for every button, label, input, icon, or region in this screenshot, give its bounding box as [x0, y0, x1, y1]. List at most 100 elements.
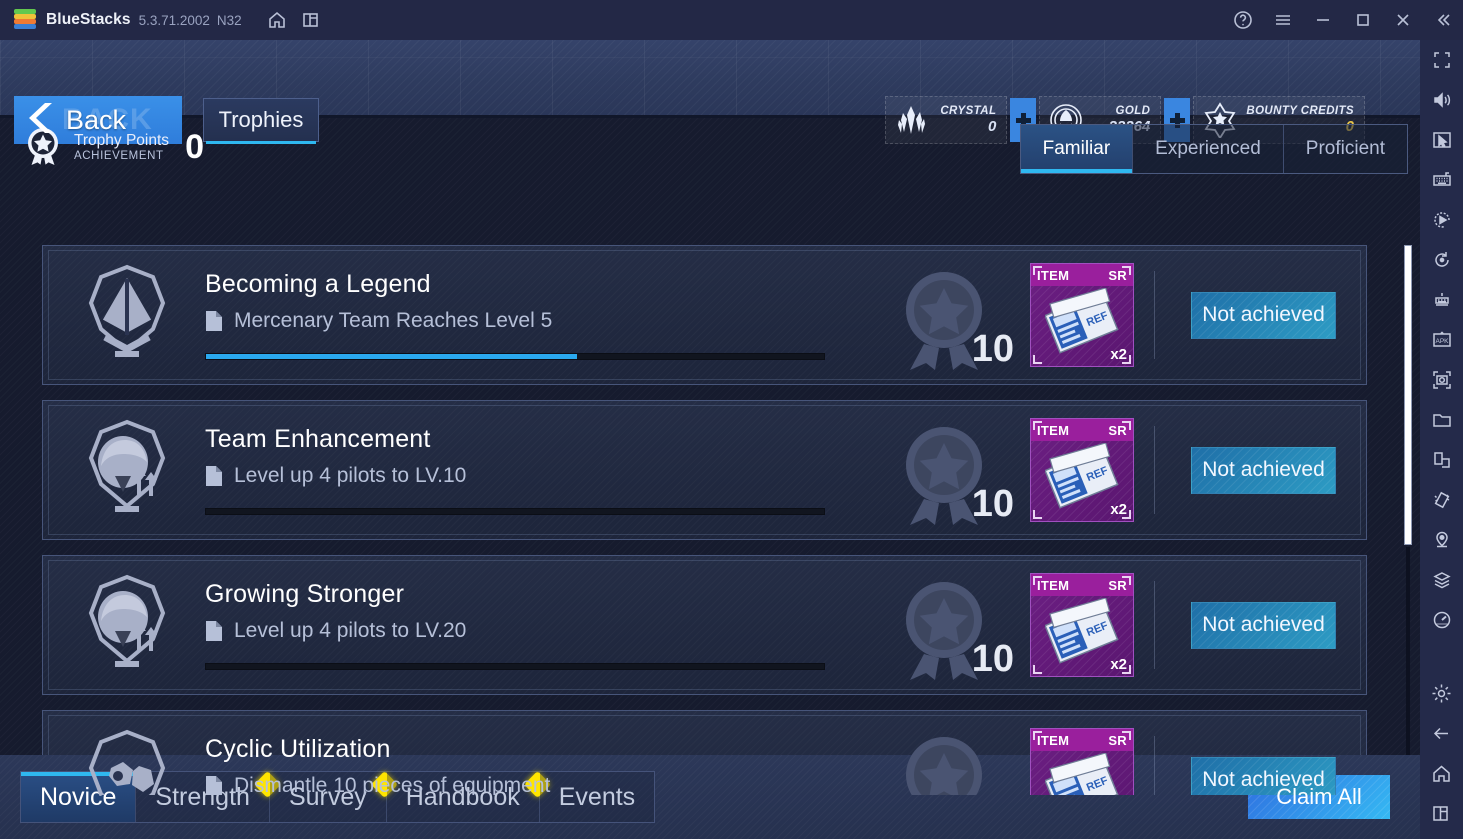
achievement-label: ACHIEVEMENT: [74, 149, 164, 162]
location-icon[interactable]: [1420, 520, 1463, 560]
trophy-title: Team Enhancement: [205, 425, 431, 453]
reward-item-card[interactable]: ITEM SR REF: [1030, 418, 1134, 522]
medal-count: 10: [971, 328, 1014, 370]
reward-item-card[interactable]: ITEM SR REF: [1030, 728, 1134, 795]
minimize-icon[interactable]: [1303, 3, 1343, 37]
reward-item-card[interactable]: ITEM SR REF: [1030, 263, 1134, 367]
close-icon[interactable]: [1383, 3, 1423, 37]
currency-name: CRYSTAL: [940, 105, 997, 117]
description-doc-icon: [205, 310, 223, 332]
trophy-row[interactable]: Growing Stronger Level up 4 pilots to LV…: [42, 555, 1367, 695]
collapse-sidebar-icon[interactable]: [1423, 3, 1463, 37]
trophy-progress-bar: [205, 508, 825, 515]
trophy-row[interactable]: Becoming a Legend Mercenary Team Reaches…: [42, 245, 1367, 385]
medal-count: 10: [971, 483, 1014, 525]
home-icon[interactable]: [260, 3, 294, 37]
tab-label: Proficient: [1305, 138, 1385, 159]
help-icon[interactable]: [1223, 3, 1263, 37]
reference-card-art-icon: REF: [1045, 753, 1119, 795]
medal-points: 10: [898, 570, 1014, 680]
trophy-title: Becoming a Legend: [205, 270, 431, 298]
tab-label: Familiar: [1042, 138, 1111, 159]
description-doc-icon: [205, 620, 223, 642]
macro-play-icon[interactable]: [1420, 200, 1463, 240]
trophy-status-label: Not achieved: [1202, 613, 1325, 636]
back-chevron-icon: [26, 100, 60, 141]
trophy-description: Dismantle 10 pieces of equipment: [234, 774, 551, 795]
row-divider: [1154, 271, 1155, 359]
multi-instance-manager-icon[interactable]: [1420, 280, 1463, 320]
difficulty-tabs: Familiar Experienced Proficient: [1019, 124, 1408, 174]
scrollbar-thumb[interactable]: [1404, 245, 1412, 545]
trophy-row[interactable]: Team Enhancement Level up 4 pilots to LV…: [42, 400, 1367, 540]
apk-install-icon[interactable]: APK: [1420, 320, 1463, 360]
bluestacks-window: BlueStacks 5.3.71.2002 N32 BACK Back Tro…: [0, 0, 1463, 839]
description-doc-icon: [205, 775, 223, 795]
volume-icon[interactable]: [1420, 80, 1463, 120]
pilot-upgrade-emblem-icon: [71, 414, 183, 526]
maximize-icon[interactable]: [1343, 3, 1383, 37]
trophy-progress-bar: [205, 353, 825, 360]
trophy-description: Level up 4 pilots to LV.10: [234, 464, 467, 487]
reward-item-card[interactable]: ITEM SR REF: [1030, 573, 1134, 677]
medal-points: 10: [898, 415, 1014, 525]
rotate-icon[interactable]: [1420, 240, 1463, 280]
android-home-icon[interactable]: [1420, 753, 1463, 793]
description-doc-icon: [205, 465, 223, 487]
medal-count: 10: [971, 638, 1014, 680]
currency-name: BOUNTY CREDITS: [1246, 105, 1354, 117]
bluestacks-logo-icon: [14, 9, 36, 31]
tab-label: Experienced: [1155, 138, 1261, 159]
svg-text:APK: APK: [1435, 338, 1449, 345]
hamburger-menu-icon[interactable]: [1263, 3, 1303, 37]
instance-name: N32: [216, 12, 242, 28]
currency-name: GOLD: [1115, 105, 1151, 117]
trophy-points-value: 0: [185, 128, 204, 166]
trophy-status-button[interactable]: Not achieved: [1191, 291, 1336, 339]
trophy-status-label: Not achieved: [1202, 458, 1325, 481]
trophy-title: Growing Stronger: [205, 580, 405, 608]
back-arrow-icon[interactable]: [1420, 713, 1463, 753]
cursor-icon[interactable]: [1420, 120, 1463, 160]
screenshot-icon[interactable]: [1420, 360, 1463, 400]
trophy-list: Becoming a Legend Mercenary Team Reaches…: [0, 183, 1420, 795]
row-divider: [1154, 736, 1155, 795]
trophy-description: Level up 4 pilots to LV.20: [234, 619, 467, 642]
game-viewport: BACK Back Trophies CRYSTAL 0 GOLD BOUNTY…: [0, 40, 1420, 839]
tab-familiar[interactable]: Familiar: [1020, 125, 1134, 173]
settings-gear-icon[interactable]: [1420, 673, 1463, 713]
title-bar: BlueStacks 5.3.71.2002 N32: [0, 0, 1463, 40]
trophy-status-label: Not achieved: [1202, 303, 1325, 326]
keyboard-icon[interactable]: [1420, 160, 1463, 200]
shield-wing-emblem-icon: [71, 259, 183, 371]
medal-points: 10: [898, 260, 1014, 370]
window-controls: [1223, 0, 1463, 40]
back-label: Back: [66, 104, 127, 135]
tab-proficient[interactable]: Proficient: [1284, 125, 1407, 173]
trophy-status-button[interactable]: Not achieved: [1191, 446, 1336, 494]
media-folder-icon[interactable]: [1420, 400, 1463, 440]
copy-instance-icon[interactable]: [1420, 440, 1463, 480]
progress-fill: [206, 354, 577, 359]
trophy-description: Mercenary Team Reaches Level 5: [234, 309, 553, 332]
pilot-upgrade-emblem-icon: [71, 569, 183, 681]
app-name: BlueStacks: [46, 11, 131, 28]
multi-instance-icon[interactable]: [294, 3, 328, 37]
claim-all-label: Claim All: [1276, 784, 1362, 809]
medal-points: 10: [898, 725, 1008, 795]
bluestacks-sidebar: APK: [1420, 40, 1463, 839]
row-divider: [1154, 581, 1155, 669]
gear-parts-emblem-icon: [71, 724, 183, 795]
recents-icon[interactable]: [1420, 793, 1463, 833]
shake-icon[interactable]: [1420, 480, 1463, 520]
app-version: 5.3.71.2002: [138, 12, 210, 28]
fullscreen-icon[interactable]: [1420, 40, 1463, 80]
trophy-status-button[interactable]: Not achieved: [1191, 601, 1336, 649]
list-scrollbar[interactable]: [1404, 245, 1412, 795]
trophy-progress-bar: [205, 663, 825, 670]
layers-icon[interactable]: [1420, 560, 1463, 600]
tab-experienced[interactable]: Experienced: [1133, 125, 1284, 173]
eco-mode-icon[interactable]: [1420, 600, 1463, 640]
sub-header: Trophy Points ACHIEVEMENT 0 Familiar Exp…: [0, 118, 1420, 183]
row-divider: [1154, 426, 1155, 514]
